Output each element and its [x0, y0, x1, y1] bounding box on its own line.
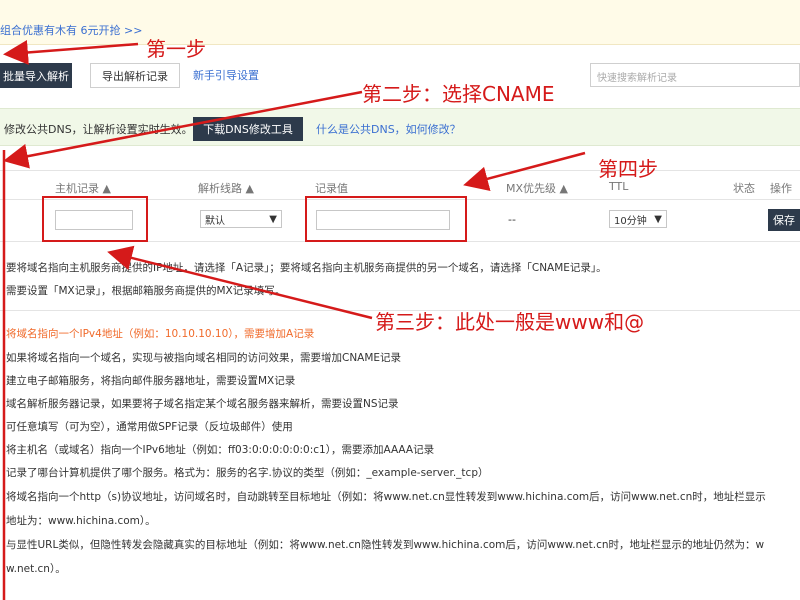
- arrow-step3: [107, 245, 373, 320]
- arrow-step4: [463, 151, 586, 191]
- annotation-step1: 第一步: [146, 37, 206, 61]
- arrow-step2: [3, 90, 363, 169]
- arrow-step1: [3, 40, 139, 65]
- annotation-step4: 第四步: [598, 157, 658, 181]
- annotation-step2: 第二步：选择CNAME: [362, 82, 555, 106]
- annotation-step3: 第三步：此处一般是www和@: [375, 310, 645, 334]
